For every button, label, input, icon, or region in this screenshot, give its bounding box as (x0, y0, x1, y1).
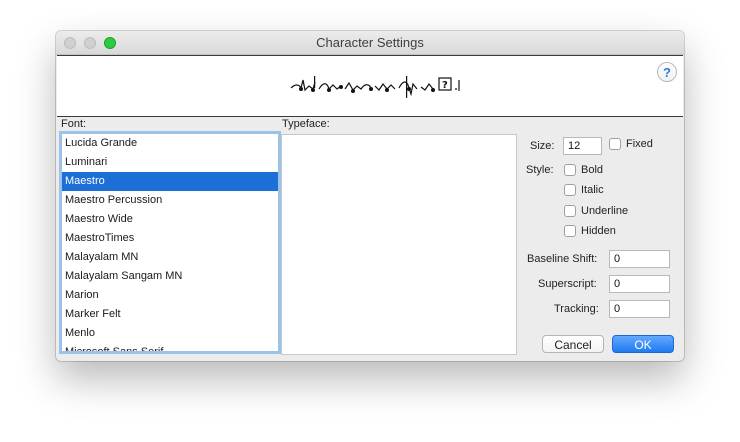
font-list-item[interactable]: Marion (62, 286, 278, 305)
bold-label: Bold (581, 164, 604, 176)
hidden-checkbox[interactable] (564, 225, 576, 237)
font-list-item[interactable]: Marker Felt (62, 305, 278, 324)
font-list[interactable]: Lucida Grande Luminari Maestro Maestro P… (59, 131, 281, 354)
font-list-item[interactable]: Malayalam Sangam MN (62, 267, 278, 286)
font-list-item[interactable]: MaestroTimes (62, 229, 278, 248)
font-list-item[interactable]: Maestro Wide (62, 210, 278, 229)
font-list-item[interactable]: Malayalam MN (62, 248, 278, 267)
title-bar: Character Settings (56, 31, 684, 55)
window-title: Character Settings (316, 35, 424, 50)
help-button[interactable]: ? (657, 62, 677, 82)
underline-checkbox[interactable] (564, 205, 576, 217)
music-notation-preview-icon: ? (289, 70, 464, 107)
screen: Character Settings ? ? Font: Typeface: L… (0, 0, 740, 442)
size-label: Size: (530, 140, 555, 152)
typeface-list[interactable] (281, 134, 517, 355)
font-list-item[interactable]: Microsoft Sans Serif (62, 343, 278, 351)
typeface-label: Typeface: (282, 118, 330, 130)
size-field[interactable]: 12 (563, 137, 602, 155)
font-preview-area: ? ? (57, 55, 683, 117)
underline-label: Underline (581, 205, 629, 217)
tracking-field[interactable]: 0 (609, 300, 670, 318)
character-settings-dialog: Character Settings ? ? Font: Typeface: L… (56, 31, 684, 361)
fixed-label: Fixed (626, 138, 653, 150)
style-label: Style: (526, 164, 554, 176)
font-label: Font: (61, 118, 87, 130)
italic-label: Italic (581, 184, 604, 196)
superscript-field[interactable]: 0 (609, 275, 670, 293)
cancel-button[interactable]: Cancel (542, 335, 604, 353)
superscript-label: Superscript: (538, 278, 597, 290)
font-list-item[interactable]: Maestro Percussion (62, 191, 278, 210)
ok-button[interactable]: OK (612, 335, 674, 353)
font-list-item[interactable]: Luminari (62, 153, 278, 172)
fixed-checkbox[interactable] (609, 138, 621, 150)
tracking-label: Tracking: (554, 303, 599, 315)
font-list-item[interactable]: Lucida Grande (62, 134, 278, 153)
baseline-shift-label: Baseline Shift: (527, 253, 598, 265)
hidden-label: Hidden (581, 225, 616, 237)
svg-text:?: ? (442, 80, 448, 91)
font-list-item-selected[interactable]: Maestro (62, 172, 278, 191)
bold-checkbox[interactable] (564, 164, 576, 176)
italic-checkbox[interactable] (564, 184, 576, 196)
font-list-item[interactable]: Menlo (62, 324, 278, 343)
baseline-shift-field[interactable]: 0 (609, 250, 670, 268)
